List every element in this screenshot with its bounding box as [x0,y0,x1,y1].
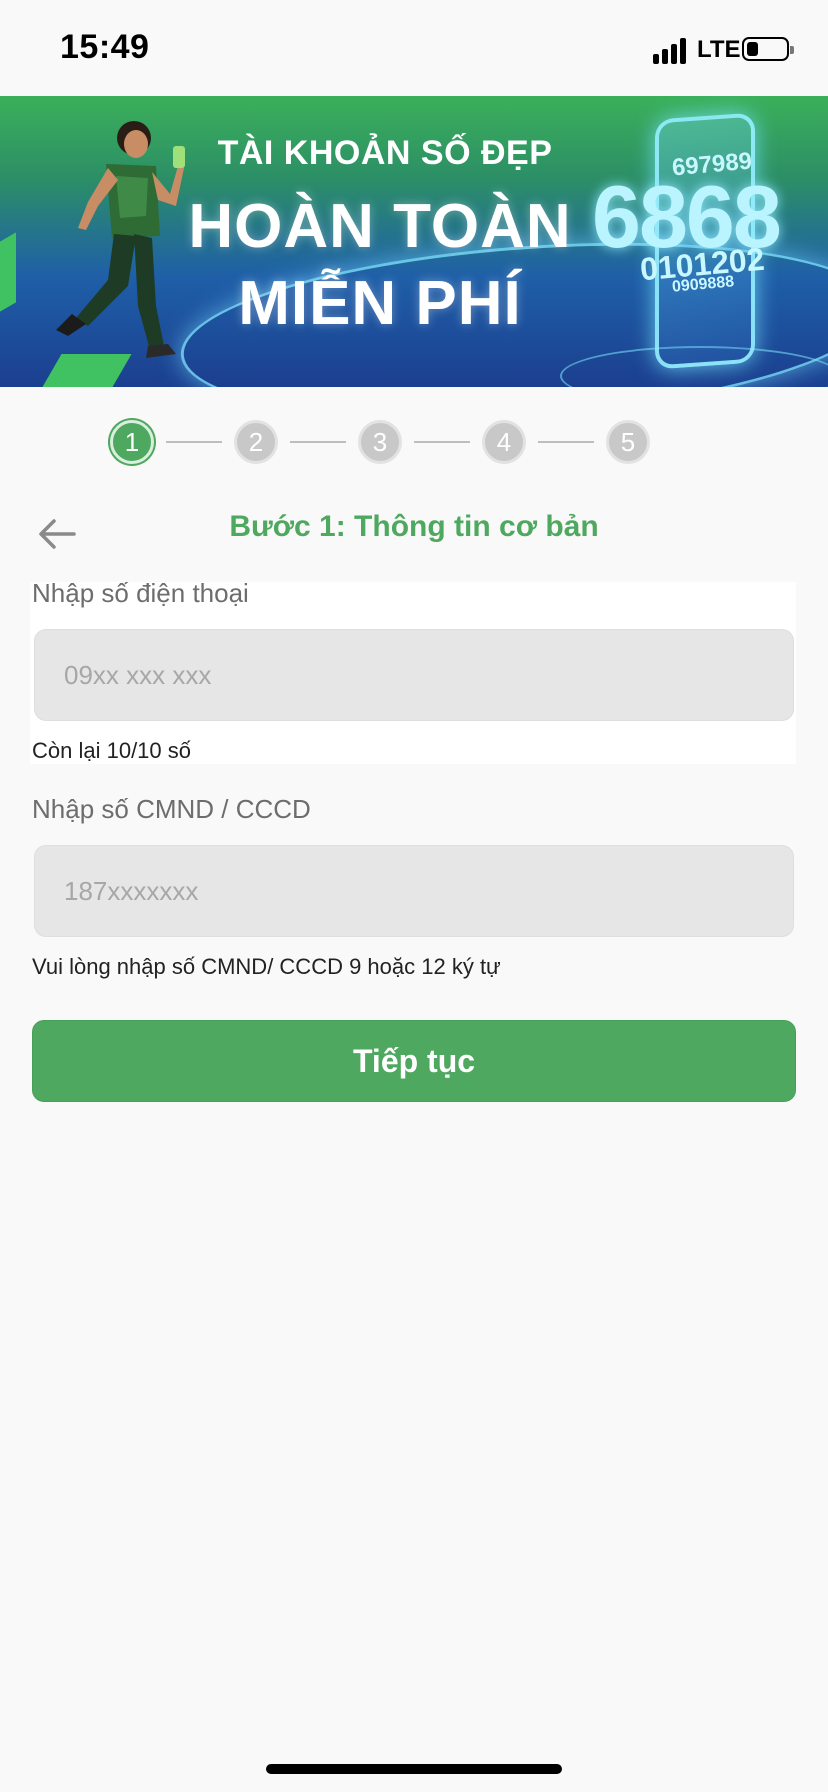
battery-icon [742,37,794,61]
id-card-input[interactable]: 187xxxxxxx [34,845,794,937]
banner-headline-large: HOÀN TOÀN [188,192,572,261]
signal-icon [653,38,686,64]
step-connector [290,441,346,443]
step-connector [538,441,594,443]
network-type: LTE [697,36,741,63]
phone-input[interactable]: 09xx xxx xxx [34,629,794,721]
promo-banner[interactable]: TÀI KHOẢN SỐ ĐẸP HOÀN TOÀN MIỄN PHÍ 6868… [0,96,828,387]
phone-remaining-hint: Còn lại 10/10 số [32,738,191,763]
step-2-indicator: 2 [234,420,278,464]
step-1-indicator: 1 [110,420,154,464]
step-connector [166,441,222,443]
banner-headline-small: TÀI KHOẢN SỐ ĐẸP [217,134,553,172]
id-card-label: Nhập số CMND / CCCD [32,794,311,824]
progress-stepper: 1 2 3 4 5 [110,420,650,464]
page-title: Bước 1: Thông tin cơ bản [229,510,599,543]
step-4-indicator: 4 [482,420,526,464]
phone-label: Nhập số điện thoại [32,578,249,608]
banner-headline-large-2: MIỄN PHÍ [238,269,522,338]
step-3-indicator: 3 [358,420,402,464]
status-time: 15:49 [60,28,150,66]
continue-button[interactable]: Tiếp tục [32,1020,796,1102]
status-bar: 15:49 LTE [0,0,828,96]
step-connector [414,441,470,443]
arrow-left-icon[interactable] [36,516,76,552]
banner-green-shape [0,232,16,320]
home-indicator[interactable] [266,1764,562,1774]
runner-figure-icon [56,121,185,358]
step-5-indicator: 5 [606,420,650,464]
id-card-hint: Vui lòng nhập số CMND/ CCCD 9 hoặc 12 ký… [32,954,501,979]
